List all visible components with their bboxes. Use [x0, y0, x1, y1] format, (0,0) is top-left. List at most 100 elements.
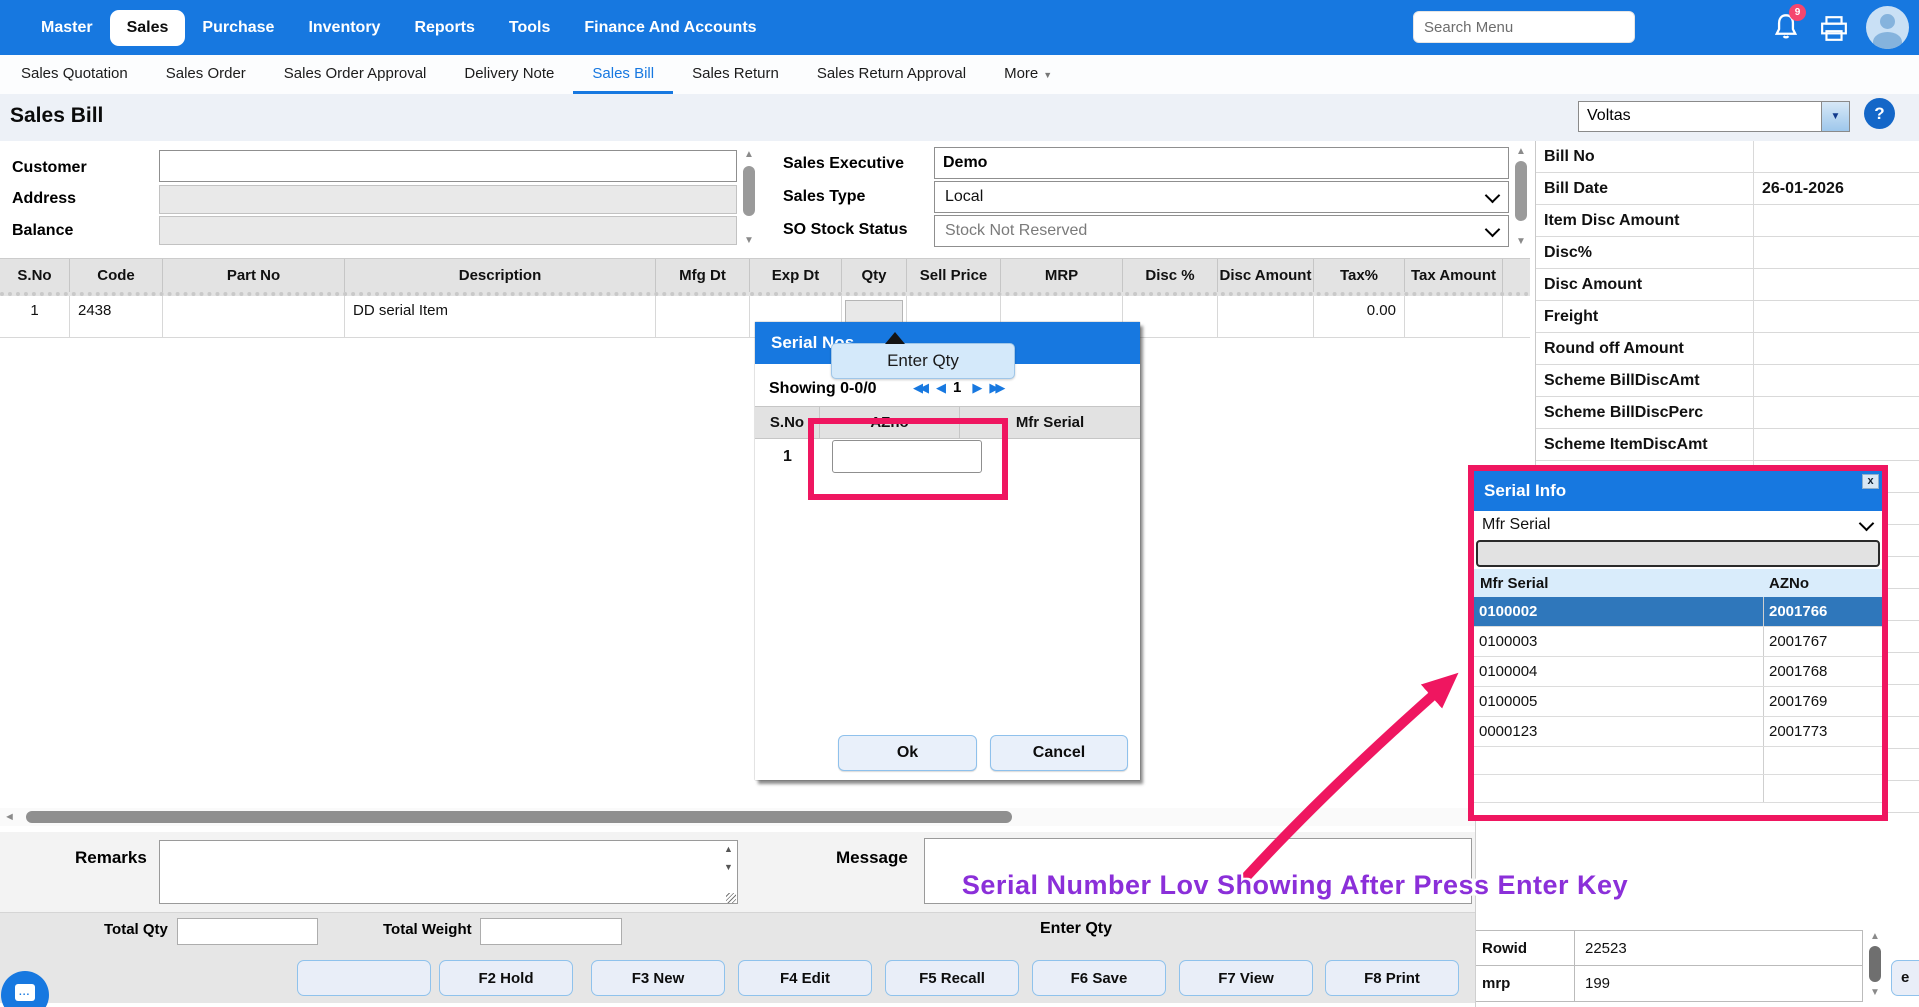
address-field[interactable]	[159, 185, 737, 214]
nav-sales[interactable]: Sales	[109, 9, 186, 46]
sales-type-label: Sales Type	[783, 188, 866, 205]
scrollbar-thumb[interactable]	[1869, 946, 1881, 982]
tab-delivery-note[interactable]: Delivery Note	[445, 55, 573, 94]
notification-badge: 9	[1789, 4, 1806, 21]
avatar-body	[1873, 32, 1902, 49]
scroll-left-icon[interactable]: ◄	[4, 811, 15, 823]
help-button[interactable]: ?	[1864, 98, 1895, 129]
cell-sno[interactable]: 1	[0, 296, 70, 338]
chevron-down-icon	[1484, 221, 1501, 237]
nav-finance-accounts[interactable]: Finance And Accounts	[567, 10, 773, 46]
cell-tax-pct[interactable]: 0.00	[1314, 296, 1405, 338]
nav-master[interactable]: Master	[24, 10, 110, 46]
nav-inventory[interactable]: Inventory	[291, 10, 397, 46]
tab-more[interactable]: More ▼	[985, 55, 1071, 94]
total-qty-input[interactable]	[177, 918, 318, 945]
blank-button[interactable]	[297, 960, 431, 996]
scroll-down-icon[interactable]: ▼	[1516, 237, 1526, 247]
close-icon[interactable]: x	[1862, 474, 1879, 489]
customer-input[interactable]	[159, 150, 737, 182]
remarks-label: Remarks	[75, 848, 147, 867]
cell-part-no[interactable]	[163, 296, 345, 338]
scrollbar-thumb[interactable]	[26, 811, 1012, 823]
chevron-down-icon	[1484, 187, 1501, 203]
cell-disc-amount[interactable]	[1218, 296, 1314, 338]
last-page-icon[interactable]: ▶▶	[989, 380, 1005, 396]
nav-purchase[interactable]: Purchase	[185, 10, 291, 46]
serial-info-row[interactable]: 0000123 2001773	[1474, 717, 1882, 747]
cell-tax-amount[interactable]	[1405, 296, 1503, 338]
bill-row: Scheme BillDiscPerc	[1536, 397, 1919, 429]
resize-grip-icon[interactable]	[726, 893, 736, 903]
tab-sales-order-approval[interactable]: Sales Order Approval	[265, 55, 446, 94]
tab-sales-return-approval[interactable]: Sales Return Approval	[798, 55, 985, 94]
bill-row: Bill Date 26-01-2026	[1536, 173, 1919, 205]
tab-sales-order[interactable]: Sales Order	[147, 55, 265, 94]
ok-button[interactable]: Ok	[838, 735, 977, 771]
total-weight-label: Total Weight	[383, 921, 472, 938]
annotation-text: Serial Number Lov Showing After Press En…	[961, 870, 1629, 900]
company-selector-value: Voltas	[1587, 107, 1631, 124]
company-selector[interactable]: Voltas ▼	[1578, 101, 1850, 132]
sales-executive-input[interactable]	[934, 147, 1509, 179]
cell-mfg-dt[interactable]	[656, 296, 750, 338]
remarks-textarea[interactable]	[159, 840, 738, 904]
items-table-header: S.No Code Part No Description Mfg Dt Exp…	[0, 258, 1530, 296]
f2-hold-button[interactable]: F2 Hold	[439, 960, 573, 996]
partial-button[interactable]: e	[1891, 960, 1919, 996]
balance-field[interactable]	[159, 216, 737, 245]
serial-filter-value: Mfr Serial	[1482, 516, 1551, 533]
scrollbar-thumb[interactable]	[743, 166, 755, 216]
tab-sales-return[interactable]: Sales Return	[673, 55, 798, 94]
first-page-icon[interactable]: ◀◀	[913, 380, 929, 396]
avatar-head	[1880, 14, 1895, 29]
user-avatar[interactable]	[1866, 6, 1909, 49]
nav-reports[interactable]: Reports	[397, 10, 491, 46]
scroll-down-icon[interactable]: ▼	[724, 862, 733, 872]
sales-type-select[interactable]: Local	[934, 181, 1509, 213]
f5-recall-button[interactable]: F5 Recall	[885, 960, 1019, 996]
serial-info-row[interactable]: 0100004 2001768	[1474, 657, 1882, 687]
search-menu-input[interactable]	[1413, 11, 1635, 43]
dropdown-arrow-icon[interactable]: ▼	[1821, 102, 1849, 131]
prev-page-icon[interactable]: ◀	[936, 380, 946, 396]
so-stock-status-select[interactable]: Stock Not Reserved	[934, 215, 1509, 247]
serial-search-input[interactable]	[1476, 540, 1880, 567]
scroll-up-icon[interactable]: ▲	[744, 150, 754, 160]
scroll-down-icon[interactable]: ▼	[1870, 988, 1880, 998]
serial-filter-select[interactable]: Mfr Serial	[1474, 511, 1882, 539]
tab-sales-quotation[interactable]: Sales Quotation	[2, 55, 147, 94]
nav-tools[interactable]: Tools	[492, 10, 567, 46]
serial-info-row[interactable]: 0100005 2001769	[1474, 687, 1882, 717]
total-weight-input[interactable]	[480, 918, 622, 945]
scrollbar-thumb[interactable]	[1515, 161, 1527, 221]
scroll-up-icon[interactable]: ▲	[1870, 932, 1880, 942]
f7-view-button[interactable]: F7 View	[1179, 960, 1313, 996]
scroll-up-icon[interactable]: ▲	[1516, 147, 1526, 157]
serial-info-row[interactable]	[1474, 747, 1882, 775]
scroll-up-icon[interactable]: ▲	[724, 844, 733, 854]
chevron-down-icon	[1858, 515, 1875, 531]
total-qty-label: Total Qty	[104, 921, 168, 938]
serial-info-row[interactable]: 0100003 2001767	[1474, 627, 1882, 657]
f8-print-button[interactable]: F8 Print	[1325, 960, 1459, 996]
left-form-scrollbar[interactable]: ▲ ▼	[741, 150, 758, 247]
horizontal-scrollbar[interactable]: ◄	[0, 808, 1530, 826]
f3-new-button[interactable]: F3 New	[591, 960, 725, 996]
next-page-icon[interactable]: ▶	[972, 380, 982, 396]
serial-info-title: Serial Info x	[1474, 471, 1882, 511]
cancel-button[interactable]: Cancel	[990, 735, 1128, 771]
cell-description[interactable]: DD serial Item	[345, 296, 656, 338]
cell-code[interactable]: 2438	[70, 296, 163, 338]
middle-form-scrollbar[interactable]: ▲ ▼	[1513, 147, 1530, 248]
serial-info-row[interactable]	[1474, 775, 1882, 803]
serial-info-row[interactable]: 0100002 2001766	[1474, 597, 1882, 627]
props-scrollbar[interactable]: ▲ ▼	[1866, 930, 1883, 1007]
printer-icon[interactable]	[1820, 15, 1848, 42]
serial-info-table-header: Mfr Serial AZNo	[1474, 569, 1882, 597]
tab-sales-bill[interactable]: Sales Bill	[573, 55, 674, 94]
scroll-down-icon[interactable]: ▼	[744, 236, 754, 246]
f6-save-button[interactable]: F6 Save	[1032, 960, 1166, 996]
f4-edit-button[interactable]: F4 Edit	[738, 960, 872, 996]
bill-row: Bill No	[1536, 141, 1919, 173]
